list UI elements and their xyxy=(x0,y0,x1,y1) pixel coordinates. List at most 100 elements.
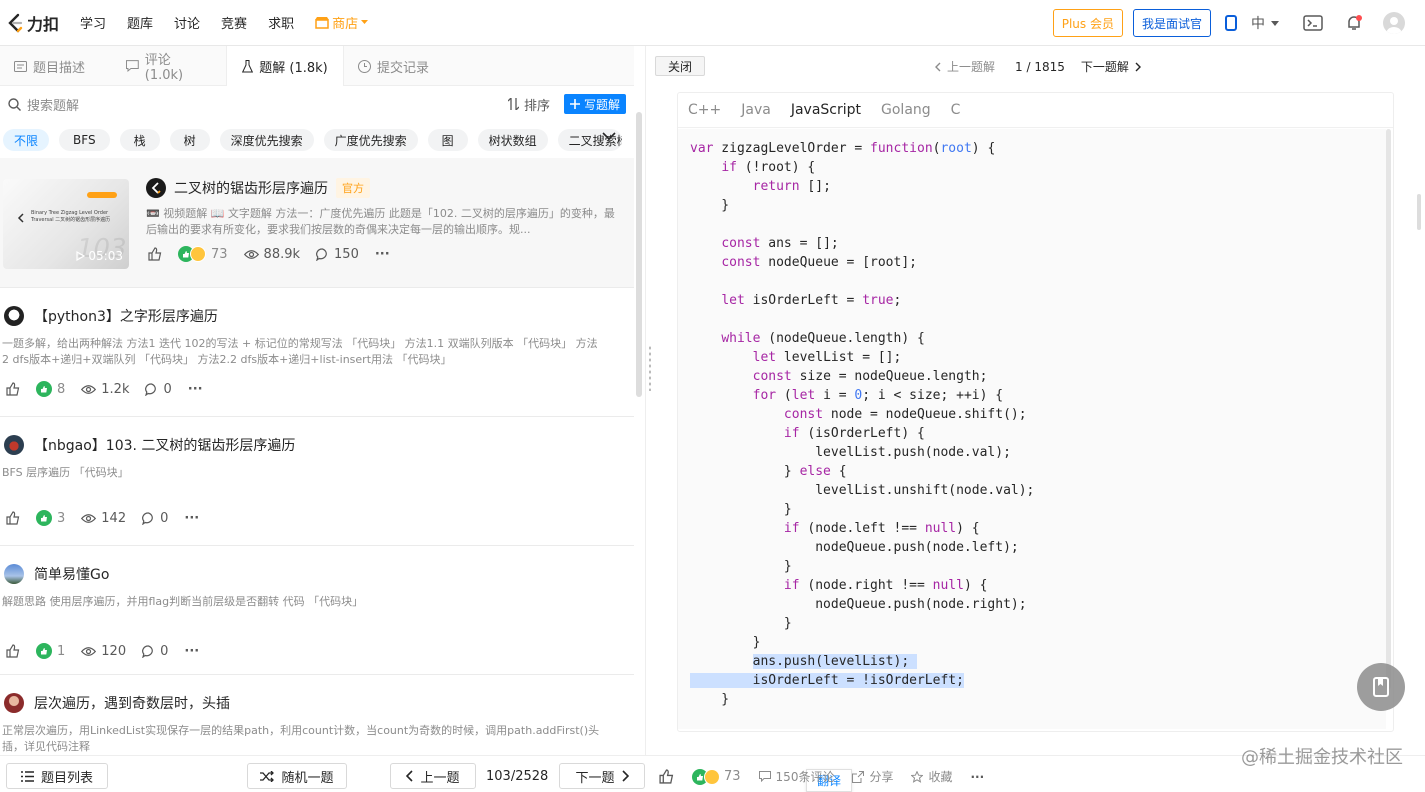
prev-problem-button[interactable]: 上一题 xyxy=(390,763,476,789)
code-scrollbar[interactable] xyxy=(1386,129,1391,689)
tag-dfs[interactable]: 深度优先搜索 xyxy=(219,129,314,151)
view-count: 88.9k xyxy=(263,246,301,262)
problem-list-button[interactable]: 题目列表 xyxy=(6,763,108,789)
lang-tab-golang[interactable]: Golang xyxy=(881,102,931,118)
tag-fenwick-tree[interactable]: 树状数组 xyxy=(477,129,548,151)
solution-item-official[interactable]: Binary Tree Zigzag Level Order Traversal… xyxy=(0,158,634,288)
chevron-left-icon xyxy=(406,770,414,782)
author-avatar[interactable] xyxy=(4,435,24,455)
share-button[interactable]: 分享 xyxy=(852,768,893,785)
tab-description[interactable]: 题目描述 xyxy=(0,46,112,86)
next-solution-button[interactable]: 下一题解 xyxy=(1081,58,1141,75)
video-thumbnail[interactable]: Binary Tree Zigzag Level Order Traversal… xyxy=(3,179,129,269)
author-avatar[interactable] xyxy=(4,693,24,713)
next-solution-label: 下一题解 xyxy=(1080,60,1129,74)
author-avatar[interactable] xyxy=(4,564,24,584)
tab-label: 提交记录 xyxy=(377,60,430,76)
interviewer-button[interactable]: 我是面试官 xyxy=(1132,9,1211,37)
more-options-icon[interactable]: ··· xyxy=(184,644,199,659)
lang-tab-cpp[interactable]: C++ xyxy=(688,102,721,118)
lang-tab-java[interactable]: Java xyxy=(741,102,771,118)
nav-item-contest[interactable]: 竞赛 xyxy=(221,13,247,32)
favorite-button[interactable]: 收藏 xyxy=(911,768,952,785)
close-button[interactable]: 关闭 xyxy=(655,56,705,76)
reactions[interactable]: 73 xyxy=(692,768,741,785)
like-button[interactable] xyxy=(6,644,20,658)
nav-item-problemset[interactable]: 题库 xyxy=(127,13,153,32)
more-options-icon[interactable]: ··· xyxy=(184,511,199,526)
thumbs-up-icon xyxy=(148,247,162,261)
user-avatar[interactable] xyxy=(1383,12,1405,34)
tag-tree[interactable]: 树 xyxy=(169,129,210,151)
solution-title[interactable]: 二叉树的锯齿形层序遍历 xyxy=(174,178,328,198)
view-count: 142 xyxy=(101,510,127,526)
nav-item-shop[interactable]: 商店 xyxy=(315,13,369,32)
problem-tabs: 题目描述 评论 (1.0k) 题解 (1.8k) 提交记录 xyxy=(0,46,634,86)
solution-title[interactable]: 【nbgao】103. 二叉树的锯齿形层序遍历 xyxy=(34,435,295,455)
language-select[interactable]: 中 xyxy=(1251,13,1279,33)
tag-graph[interactable]: 图 xyxy=(427,129,468,151)
more-options-icon[interactable]: ··· xyxy=(375,247,390,262)
reactions[interactable]: 73 xyxy=(178,246,228,262)
like-button[interactable] xyxy=(6,511,20,525)
reactions[interactable]: 3 xyxy=(36,510,65,526)
eye-icon xyxy=(81,513,97,523)
nav-item-study[interactable]: 学习 xyxy=(80,13,106,32)
more-options-icon[interactable]: ··· xyxy=(970,770,984,784)
tab-solutions[interactable]: 题解 (1.8k) xyxy=(226,46,344,86)
comments-button[interactable]: 150条评论 xyxy=(758,768,834,785)
solution-title[interactable]: 简单易懂Go xyxy=(34,564,109,584)
resize-handle[interactable] xyxy=(648,345,652,391)
solution-item[interactable]: 简单易懂Go 解题思路 使用层序遍历，并用flag判断当前层级是否翻转 代码 「… xyxy=(0,546,634,675)
notification-bell-icon[interactable] xyxy=(1345,14,1363,32)
plus-member-button[interactable]: Plus 会员 xyxy=(1052,9,1123,37)
sort-button[interactable]: 排序 xyxy=(507,95,550,114)
solution-item[interactable]: 【nbgao】103. 二叉树的锯齿形层序遍历 BFS 层序遍历 「代码块」 3… xyxy=(0,417,634,546)
chevron-down-icon[interactable] xyxy=(602,132,616,141)
mobile-app-icon[interactable] xyxy=(1225,15,1237,31)
comments[interactable]: 150 xyxy=(316,247,359,262)
tag-all[interactable]: 不限 xyxy=(3,129,50,151)
left-scrollbar[interactable] xyxy=(636,112,642,397)
like-button[interactable] xyxy=(6,382,20,396)
comment-icon xyxy=(142,511,153,525)
solution-header: 简单易懂Go xyxy=(4,564,109,584)
code-content[interactable]: var zigzagLevelOrder = function(root) { … xyxy=(690,139,1034,709)
nav-item-jobs[interactable]: 求职 xyxy=(268,13,294,32)
search-input[interactable]: 搜索题解 xyxy=(27,95,508,114)
solution-title[interactable]: 【python3】之字形层序遍历 xyxy=(34,306,218,326)
reactions[interactable]: 8 xyxy=(36,381,65,397)
tab-submissions[interactable]: 提交记录 xyxy=(344,46,443,86)
comments[interactable]: 0 xyxy=(145,381,172,397)
comments[interactable]: 0 xyxy=(142,644,168,659)
page-scrollbar[interactable] xyxy=(1417,194,1421,230)
comments[interactable]: 0 xyxy=(142,511,168,526)
lang-tab-c[interactable]: C xyxy=(951,102,961,118)
tab-comments[interactable]: 评论 (1.0k) xyxy=(112,46,226,86)
solution-header: 【python3】之字形层序遍历 xyxy=(4,306,218,326)
tag-bfs-search[interactable]: 广度优先搜索 xyxy=(323,129,418,151)
code-editor[interactable]: var zigzagLevelOrder = function(root) { … xyxy=(678,129,1386,792)
random-problem-button[interactable]: 随机一题 xyxy=(247,763,347,789)
playground-icon[interactable] xyxy=(1303,15,1323,31)
prev-solution-button[interactable]: 上一题解 xyxy=(935,58,995,75)
more-options-icon[interactable]: ··· xyxy=(188,382,203,397)
solution-item[interactable]: 【python3】之字形层序遍历 一题多解，给出两种解法 方法1 迭代 102的… xyxy=(0,288,634,417)
tag-bfs[interactable]: BFS xyxy=(59,129,110,151)
sort-label: 排序 xyxy=(523,98,550,114)
next-problem-button[interactable]: 下一题 xyxy=(559,763,645,789)
nav-item-discuss[interactable]: 讨论 xyxy=(174,13,200,32)
solution-item[interactable]: 层次遍历，遇到奇数层时，头插 正常层次遍历，用LinkedList实现保存一层的… xyxy=(0,675,634,755)
author-avatar[interactable] xyxy=(4,306,24,326)
comment-count: 0 xyxy=(163,381,172,397)
like-button[interactable] xyxy=(659,769,674,784)
solutions-panel: 题目描述 评论 (1.0k) 题解 (1.8k) 提交记录 搜索题解 排序 写题… xyxy=(0,46,634,755)
notebook-float-button[interactable] xyxy=(1357,663,1405,711)
tag-stack[interactable]: 栈 xyxy=(119,129,160,151)
reactions[interactable]: 1 xyxy=(36,643,65,659)
lang-tab-javascript[interactable]: JavaScript xyxy=(791,102,861,118)
solution-title[interactable]: 层次遍历，遇到奇数层时，头插 xyxy=(34,693,230,713)
write-solution-button[interactable]: 写题解 xyxy=(563,94,626,114)
leetcode-logo[interactable]: 力扣 xyxy=(6,11,68,35)
like-button[interactable] xyxy=(148,247,162,261)
